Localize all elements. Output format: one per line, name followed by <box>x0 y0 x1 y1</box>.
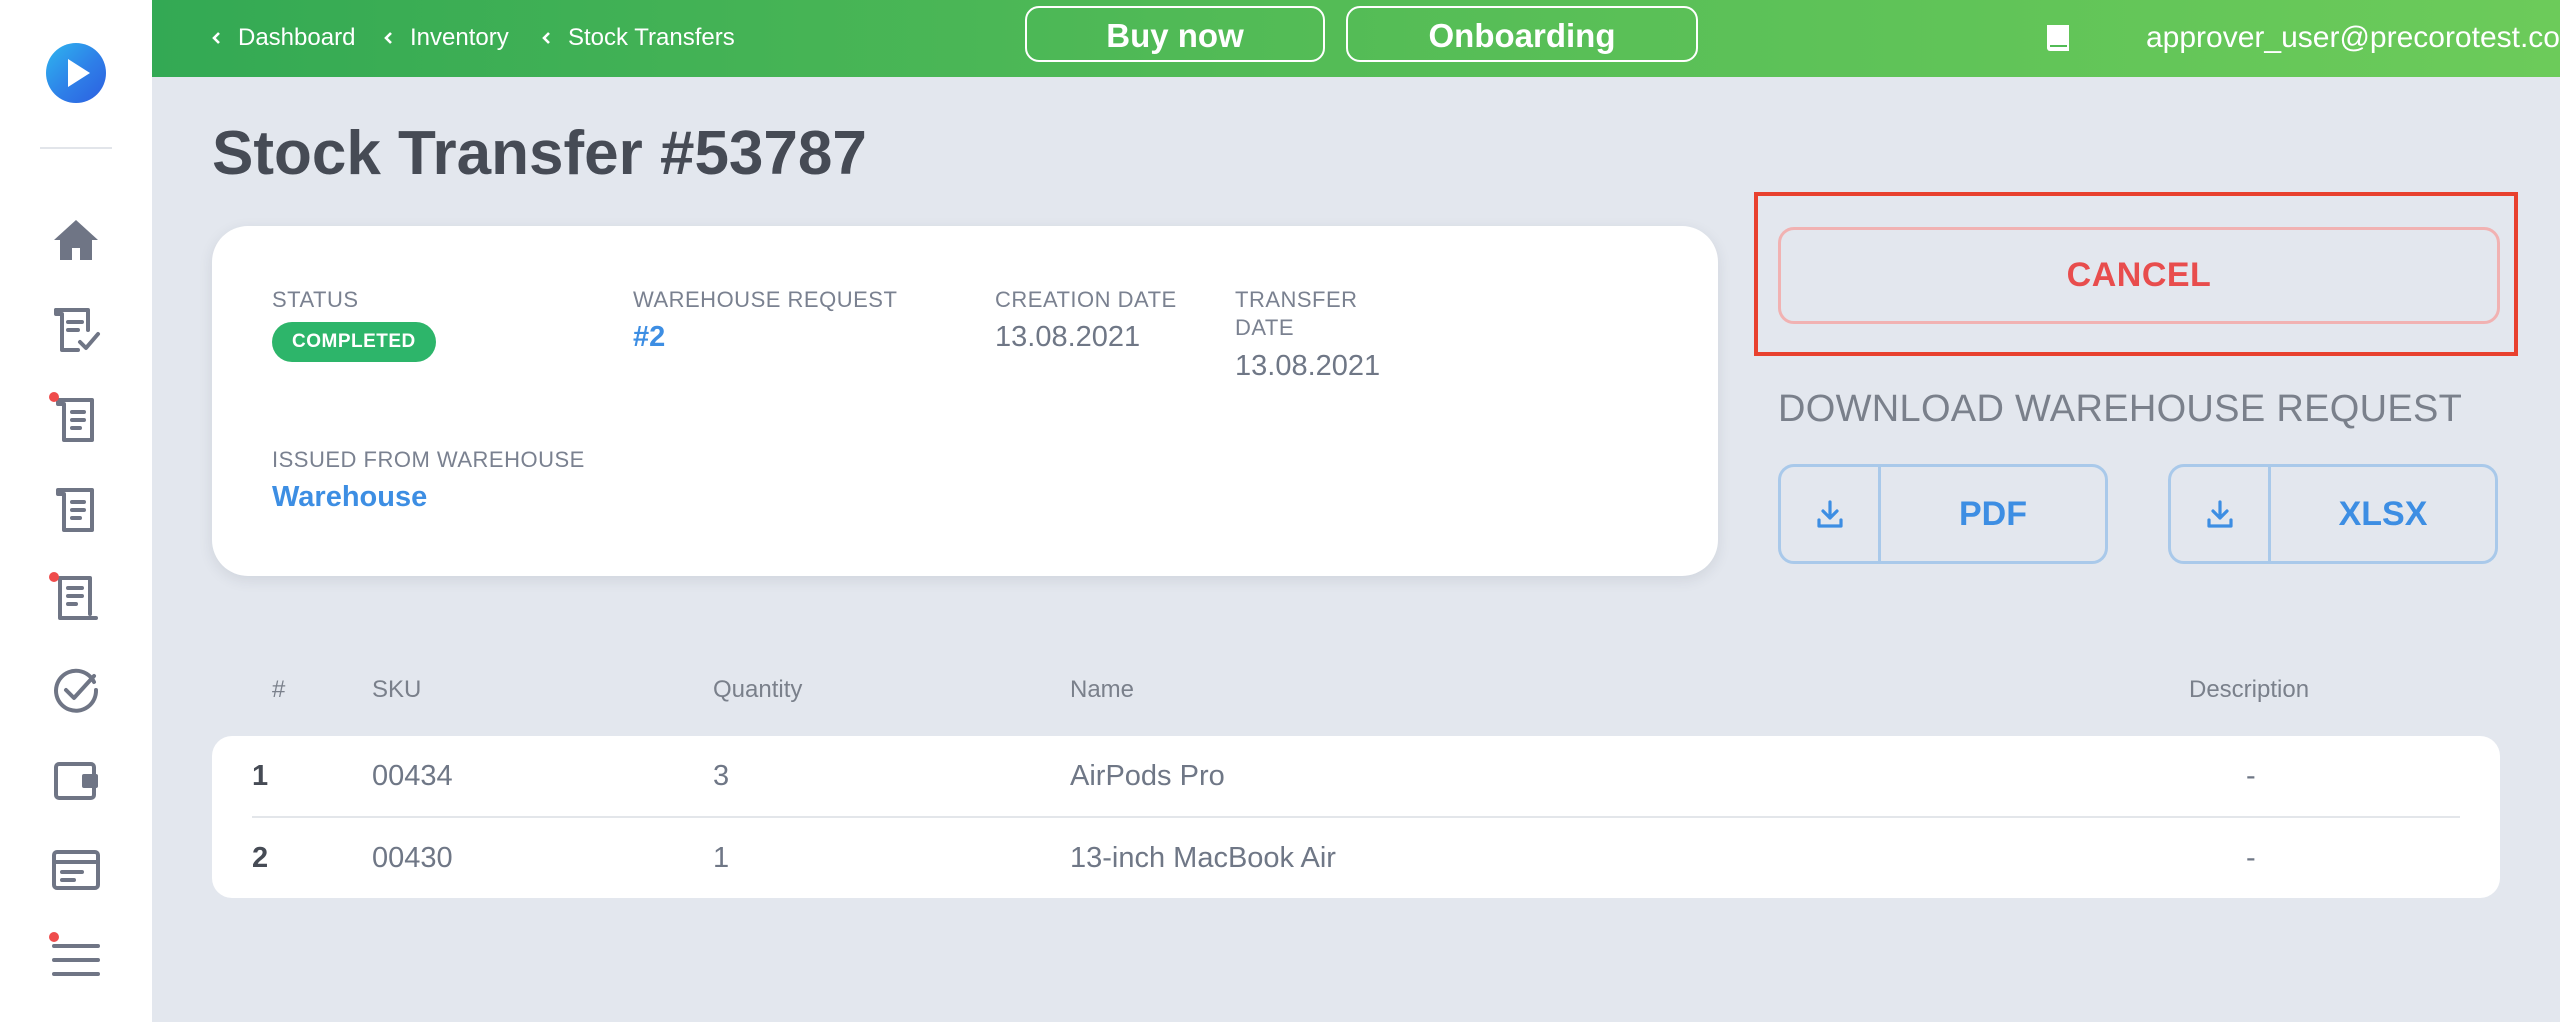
document-icon[interactable] <box>46 480 106 540</box>
download-icon <box>2171 467 2271 561</box>
page-title: Stock Transfer #53787 <box>212 119 867 188</box>
approved-document-icon[interactable] <box>46 300 106 360</box>
breadcrumb-dashboard[interactable]: Dashboard <box>210 24 355 52</box>
app-logo-icon[interactable] <box>46 43 106 103</box>
list-icon[interactable] <box>46 930 106 990</box>
download-xlsx-label: XLSX <box>2338 494 2428 533</box>
check-circle-icon[interactable] <box>46 660 106 720</box>
issued-from-warehouse-link[interactable]: Warehouse <box>272 479 427 515</box>
creation-date-label: CREATION DATE <box>995 287 1177 312</box>
table-row[interactable]: 1 00434 3 AirPods Pro - <box>212 736 2500 818</box>
receipt-icon[interactable] <box>46 570 106 630</box>
download-pdf-button[interactable]: PDF <box>1778 464 2108 564</box>
chevron-left-icon <box>542 32 550 44</box>
column-header-number: # <box>272 676 286 703</box>
row-name: AirPods Pro <box>1070 760 1225 792</box>
notification-dot <box>49 572 59 582</box>
download-title: DOWNLOAD WAREHOUSE REQUEST <box>1778 388 2463 430</box>
warehouse-request-label: WAREHOUSE REQUEST <box>633 287 898 312</box>
home-icon[interactable] <box>46 210 106 270</box>
wallet-icon[interactable] <box>46 750 106 810</box>
transfer-date-label: TRANSFER DATE <box>1235 286 1358 342</box>
row-sku: 00430 <box>372 842 453 874</box>
buy-now-button[interactable]: Buy now <box>1025 6 1325 62</box>
transfer-date-label-line: DATE <box>1235 315 1295 340</box>
download-icon <box>1781 467 1881 561</box>
download-xlsx-button[interactable]: XLSX <box>2168 464 2498 564</box>
column-header-quantity: Quantity <box>713 676 803 703</box>
card-icon[interactable] <box>46 840 106 900</box>
book-icon[interactable] <box>2040 20 2076 56</box>
chevron-left-icon <box>384 32 392 44</box>
notification-dot <box>49 392 59 402</box>
document-icon[interactable] <box>46 390 106 450</box>
notification-dot <box>49 932 59 942</box>
row-number: 2 <box>252 842 269 874</box>
details-card: STATUS COMPLETED WAREHOUSE REQUEST #2 CR… <box>212 226 1718 576</box>
items-table: 1 00434 3 AirPods Pro - 2 00430 1 13-inc… <box>212 736 2500 898</box>
warehouse-request-link[interactable]: #2 <box>633 319 665 355</box>
transfer-date-value: 13.08.2021 <box>1235 350 1381 382</box>
cancel-button[interactable]: CANCEL <box>1778 227 2500 324</box>
user-menu[interactable]: approver_user@precorotest.com <box>2146 18 2560 58</box>
issued-from-label: ISSUED FROM WAREHOUSE <box>272 447 585 472</box>
status-label: STATUS <box>272 287 359 312</box>
transfer-date-label-line: TRANSFER <box>1235 287 1358 312</box>
download-pdf-label: PDF <box>1959 494 2027 533</box>
row-sku: 00434 <box>372 760 453 792</box>
creation-date-value: 13.08.2021 <box>995 321 1141 353</box>
onboarding-button[interactable]: Onboarding <box>1346 6 1698 62</box>
breadcrumb-label: Inventory <box>410 24 509 51</box>
breadcrumb-inventory[interactable]: Inventory <box>382 24 509 52</box>
status-badge: COMPLETED <box>272 322 436 362</box>
column-header-name: Name <box>1070 676 1135 703</box>
row-number: 1 <box>252 760 269 792</box>
sidebar-divider <box>40 147 112 149</box>
chevron-left-icon <box>212 32 220 44</box>
row-description: - <box>2246 842 2256 874</box>
breadcrumb-stock-transfers[interactable]: Stock Transfers <box>540 24 735 52</box>
column-header-description: Description <box>2189 676 2310 703</box>
sidebar <box>0 0 152 1022</box>
top-header: Dashboard Inventory Stock Transfers Buy … <box>152 0 2560 77</box>
breadcrumb-label: Stock Transfers <box>568 24 735 51</box>
row-description: - <box>2246 760 2256 792</box>
user-email: approver_user@precorotest.com <box>2146 21 2560 54</box>
breadcrumb-label: Dashboard <box>238 24 356 51</box>
table-row[interactable]: 2 00430 1 13-inch MacBook Air - <box>212 818 2500 898</box>
column-header-sku: SKU <box>372 676 422 703</box>
row-quantity: 1 <box>713 842 730 874</box>
row-name: 13-inch MacBook Air <box>1070 842 1336 874</box>
row-quantity: 3 <box>713 760 730 792</box>
